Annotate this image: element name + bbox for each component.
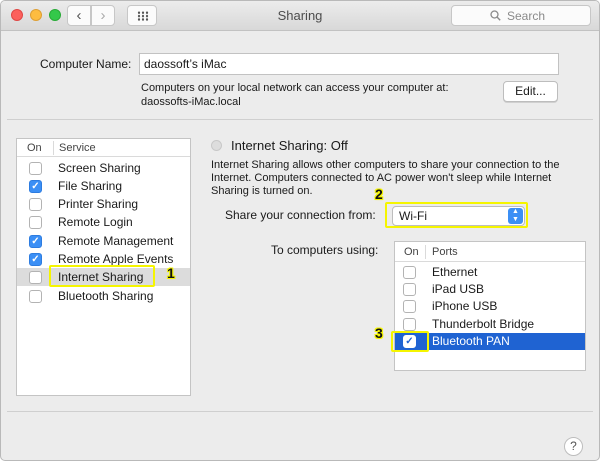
- highlight-share-from: [385, 202, 528, 228]
- port-label: Ethernet: [432, 265, 478, 279]
- step-badge-3: 3: [375, 325, 383, 341]
- port-row-iphone-usb[interactable]: iPhone USB: [395, 298, 585, 315]
- service-checkbox[interactable]: [29, 235, 42, 248]
- ports-list-header: On Ports: [395, 242, 585, 262]
- service-label: File Sharing: [58, 179, 123, 193]
- step-badge-2: 2: [375, 186, 383, 202]
- column-separator: [425, 245, 426, 259]
- service-row-remote-login[interactable]: Remote Login: [17, 213, 190, 231]
- computer-name-description: Computers on your local network can acce…: [141, 81, 449, 109]
- port-label: Thunderbolt Bridge: [432, 317, 535, 331]
- edit-button[interactable]: Edit...: [503, 81, 558, 102]
- service-label: Bluetooth Sharing: [58, 289, 154, 303]
- service-label: Remote Login: [58, 215, 133, 229]
- highlight-bluetooth-pan-checkbox: [391, 331, 429, 352]
- computer-name-label: Computer Name:: [40, 57, 132, 71]
- search-field[interactable]: Search: [451, 5, 591, 26]
- service-checkbox[interactable]: [29, 162, 42, 175]
- service-list-header: On Service: [17, 139, 190, 157]
- service-checkbox[interactable]: [29, 290, 42, 303]
- port-checkbox[interactable]: [403, 318, 416, 331]
- to-computers-label: To computers using:: [271, 243, 379, 257]
- column-on-header: On: [404, 246, 419, 258]
- status-indicator: [211, 140, 222, 151]
- computer-name-field[interactable]: daossoft’s iMac: [139, 53, 559, 75]
- search-placeholder: Search: [507, 9, 546, 23]
- port-label: iPhone USB: [432, 299, 498, 313]
- service-checkbox[interactable]: [29, 253, 42, 266]
- service-checkbox[interactable]: [29, 271, 42, 284]
- port-row-ipad-usb[interactable]: iPad USB: [395, 281, 585, 298]
- column-on-header: On: [27, 142, 42, 154]
- network-access-text: Computers on your local network can acce…: [141, 82, 449, 94]
- service-row-file-sharing[interactable]: File Sharing: [17, 177, 190, 195]
- service-checkbox[interactable]: [29, 180, 42, 193]
- service-row-printer-sharing[interactable]: Printer Sharing: [17, 195, 190, 213]
- help-button[interactable]: ?: [564, 437, 583, 456]
- share-from-label: Share your connection from:: [225, 208, 376, 222]
- service-checkbox[interactable]: [29, 198, 42, 211]
- column-separator: [53, 141, 54, 155]
- search-icon: [490, 10, 501, 21]
- port-row-ethernet[interactable]: Ethernet: [395, 264, 585, 281]
- sharing-window: ‹ › Sharing Search Computer Name: daosso…: [0, 0, 600, 461]
- port-label: iPad USB: [432, 282, 485, 296]
- port-checkbox[interactable]: [403, 283, 416, 296]
- title-bar: ‹ › Sharing Search: [1, 1, 599, 31]
- bottom-divider: [7, 411, 593, 412]
- service-row-bluetooth-sharing[interactable]: Bluetooth Sharing: [17, 287, 190, 305]
- divider: [7, 119, 593, 120]
- port-label: Bluetooth PAN: [432, 334, 510, 348]
- step-badge-1: 1: [167, 265, 175, 281]
- port-checkbox[interactable]: [403, 300, 416, 313]
- column-ports-header: Ports: [432, 246, 458, 258]
- service-label: Remote Management: [58, 234, 174, 248]
- service-checkbox[interactable]: [29, 216, 42, 229]
- service-label: Printer Sharing: [58, 197, 139, 211]
- internet-sharing-description: Internet Sharing allows other computers …: [211, 159, 560, 197]
- service-label: Screen Sharing: [58, 161, 141, 175]
- internet-sharing-status: Internet Sharing: Off: [231, 138, 348, 153]
- local-hostname: daossofts-iMac.local: [141, 96, 241, 108]
- port-checkbox[interactable]: [403, 266, 416, 279]
- service-row-remote-management[interactable]: Remote Management: [17, 232, 190, 250]
- service-row-screen-sharing[interactable]: Screen Sharing: [17, 159, 190, 177]
- service-label: Remote Apple Events: [58, 252, 174, 266]
- column-service-header: Service: [59, 142, 96, 154]
- highlight-internet-sharing: [49, 265, 155, 287]
